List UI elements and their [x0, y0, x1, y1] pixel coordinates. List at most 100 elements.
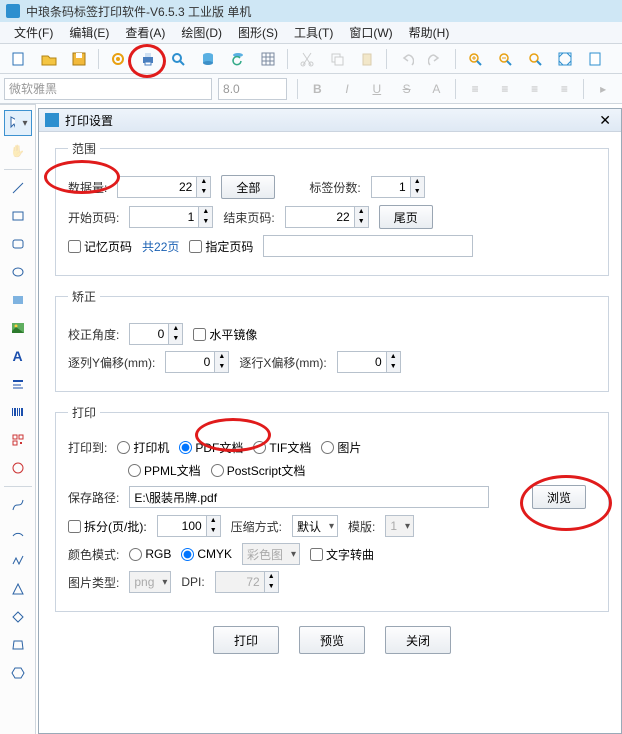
tool-pointer-icon[interactable]: [4, 110, 32, 136]
fontcolor-icon[interactable]: A: [424, 77, 448, 101]
yoff-input[interactable]: ▲▼: [165, 351, 229, 373]
start-page-input[interactable]: ▲▼: [129, 206, 213, 228]
tool-qrcode-icon[interactable]: [4, 427, 32, 453]
tool-hex-icon[interactable]: [4, 660, 32, 686]
bold-icon[interactable]: B: [305, 77, 329, 101]
print-icon[interactable]: [136, 47, 160, 71]
radio-img[interactable]: 图片: [321, 439, 361, 456]
mirror-check[interactable]: 水平镜像: [193, 326, 257, 343]
tool-curve-icon[interactable]: [4, 492, 32, 518]
path-input[interactable]: [129, 486, 489, 508]
menu-edit[interactable]: 编辑(E): [61, 24, 117, 41]
specify-page-check[interactable]: 指定页码: [189, 238, 253, 255]
cut-icon[interactable]: [295, 47, 319, 71]
fit-icon[interactable]: [553, 47, 577, 71]
menu-help[interactable]: 帮助(H): [401, 24, 458, 41]
strike-icon[interactable]: S: [395, 77, 419, 101]
data-count-input[interactable]: ▲▼: [117, 176, 211, 198]
tool-richtext-icon[interactable]: [4, 371, 32, 397]
tool-ellipse-icon[interactable]: [4, 259, 32, 285]
dpi-input: ▲▼: [215, 571, 279, 593]
paste-icon[interactable]: [355, 47, 379, 71]
menu-file[interactable]: 文件(F): [6, 24, 61, 41]
color-label: 颜色模式:: [68, 546, 119, 563]
radio-rgb[interactable]: RGB: [129, 547, 171, 561]
zoom-icon[interactable]: [166, 47, 190, 71]
close-button[interactable]: 关闭: [385, 626, 451, 654]
tool-roundrect-icon[interactable]: [4, 231, 32, 257]
tool-fillrect-icon[interactable]: [4, 287, 32, 313]
radio-cmyk[interactable]: CMYK: [181, 547, 232, 561]
radio-tif[interactable]: TIF文档: [253, 439, 311, 456]
radio-printer[interactable]: 打印机: [117, 439, 169, 456]
zoomin-icon[interactable]: [463, 47, 487, 71]
gear-icon[interactable]: [106, 47, 130, 71]
angle-input[interactable]: ▲▼: [129, 323, 183, 345]
db-icon[interactable]: [196, 47, 220, 71]
radio-ppml[interactable]: PPML文档: [128, 462, 201, 479]
copies-input[interactable]: ▲▼: [371, 176, 425, 198]
font-size-select[interactable]: 8.0: [218, 78, 287, 100]
print-button[interactable]: 打印: [213, 626, 279, 654]
zoom100-icon[interactable]: [523, 47, 547, 71]
tool-image-icon[interactable]: [4, 315, 32, 341]
undo-icon[interactable]: [394, 47, 418, 71]
copy-icon[interactable]: [325, 47, 349, 71]
end-page-input[interactable]: ▲▼: [285, 206, 369, 228]
tool-barcode-icon[interactable]: [4, 399, 32, 425]
align-justify-icon[interactable]: ≡: [553, 77, 577, 101]
xoff-input[interactable]: ▲▼: [337, 351, 401, 373]
italic-icon[interactable]: I: [335, 77, 359, 101]
tool-triangle-icon[interactable]: [4, 576, 32, 602]
path-label: 保存路径:: [68, 489, 119, 506]
tool-circle2-icon[interactable]: [4, 455, 32, 481]
preview-button[interactable]: 预览: [299, 626, 365, 654]
tool-polyline-icon[interactable]: [4, 548, 32, 574]
main-toolbar: [0, 44, 622, 74]
textcurve-check[interactable]: 文字转曲: [310, 546, 374, 563]
total-pages-link[interactable]: 共22页: [142, 238, 179, 255]
radio-ps[interactable]: PostScript文档: [211, 462, 306, 479]
tool-arc-icon[interactable]: [4, 520, 32, 546]
print-group: 打印 打印到: 打印机 PDF文档 TIF文档 图片 PPML文档 PostSc…: [55, 404, 609, 612]
db-refresh-icon[interactable]: [226, 47, 250, 71]
menu-shape[interactable]: 图形(S): [230, 24, 286, 41]
tool-diamond-icon[interactable]: [4, 604, 32, 630]
tool-line-icon[interactable]: [4, 175, 32, 201]
underline-icon[interactable]: U: [365, 77, 389, 101]
save-icon[interactable]: [67, 47, 91, 71]
menu-window[interactable]: 窗口(W): [341, 24, 400, 41]
tool-text-icon[interactable]: A: [4, 343, 32, 369]
menu-draw[interactable]: 绘图(D): [173, 24, 230, 41]
close-icon[interactable]: ✕: [595, 112, 615, 129]
tail-page-button[interactable]: 尾页: [379, 205, 433, 229]
browse-button[interactable]: 浏览: [532, 485, 586, 509]
remember-page-check[interactable]: 记忆页码: [68, 238, 132, 255]
xoff-label: 逐行X偏移(mm):: [239, 354, 326, 371]
open-icon[interactable]: [37, 47, 61, 71]
tool-quad-icon[interactable]: [4, 632, 32, 658]
align-left-icon[interactable]: ≡: [463, 77, 487, 101]
redo-icon[interactable]: [424, 47, 448, 71]
print-dialog: 打印设置 ✕ 范围 数据量: ▲▼ 全部 标签份数: ▲▼ 开始页码: ▲▼ 结…: [38, 108, 622, 734]
font-family-select[interactable]: 微软雅黑: [4, 78, 212, 100]
tool-rect-icon[interactable]: [4, 203, 32, 229]
split-input[interactable]: ▲▼: [157, 515, 221, 537]
more-icon[interactable]: ▸: [591, 77, 615, 101]
grid-icon[interactable]: [256, 47, 280, 71]
menu-view[interactable]: 查看(A): [117, 24, 173, 41]
split-check[interactable]: 拆分(页/批):: [68, 518, 147, 535]
specify-page-input[interactable]: [263, 235, 473, 257]
compress-select[interactable]: 默认: [292, 515, 338, 537]
all-button[interactable]: 全部: [221, 175, 275, 199]
menu-tool[interactable]: 工具(T): [286, 24, 341, 41]
template-select: 1: [385, 515, 414, 537]
page-icon[interactable]: [583, 47, 607, 71]
radio-pdf[interactable]: PDF文档: [179, 439, 243, 456]
range-group: 范围 数据量: ▲▼ 全部 标签份数: ▲▼ 开始页码: ▲▼ 结束页码: ▲▼…: [55, 140, 609, 276]
align-center-icon[interactable]: ≡: [493, 77, 517, 101]
tool-hand-icon[interactable]: ✋: [4, 138, 32, 164]
align-right-icon[interactable]: ≡: [523, 77, 547, 101]
new-icon[interactable]: [7, 47, 31, 71]
zoomout-icon[interactable]: [493, 47, 517, 71]
